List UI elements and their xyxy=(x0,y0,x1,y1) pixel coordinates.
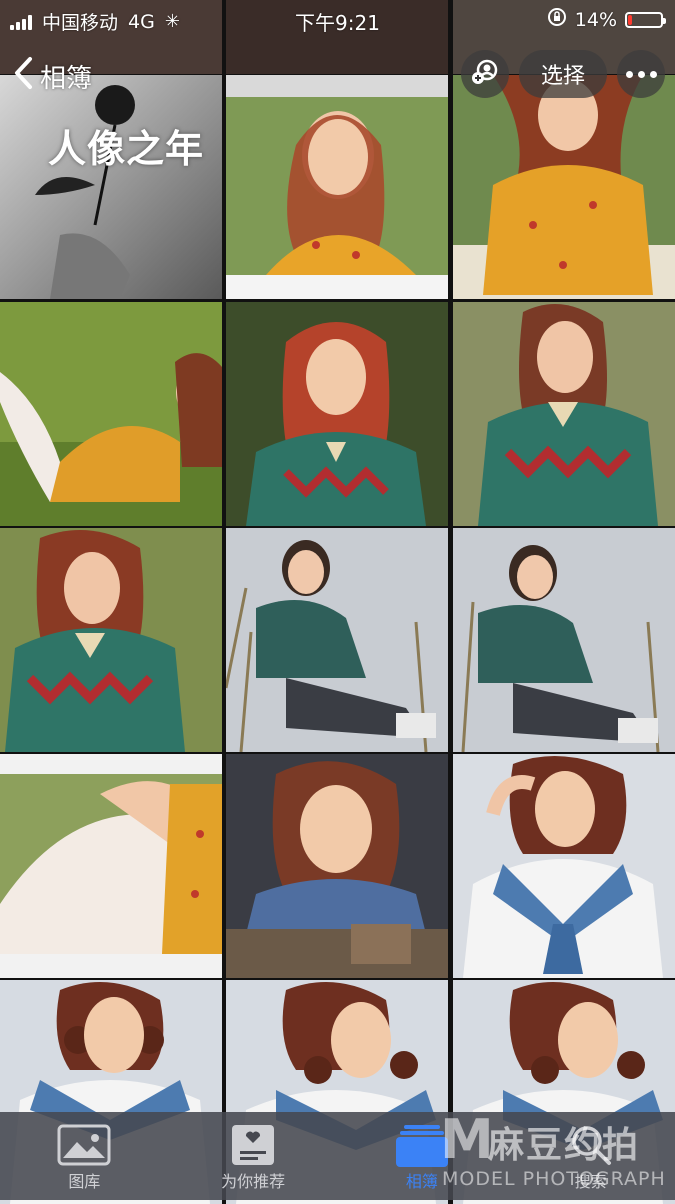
photo-grid xyxy=(0,0,675,1204)
photo-thumbnail[interactable] xyxy=(0,75,222,299)
photo-thumbnail[interactable] xyxy=(453,754,675,978)
battery-percent: 14% xyxy=(574,8,617,31)
chevron-left-icon xyxy=(12,56,34,97)
select-button[interactable]: 选择 xyxy=(518,50,607,98)
back-label: 相簿 xyxy=(40,64,93,94)
album-title: 人像之年 xyxy=(48,127,205,171)
nav-actions: 选择 xyxy=(460,50,665,98)
battery-level xyxy=(628,14,632,25)
photo-thumbnail[interactable] xyxy=(226,528,448,752)
tab-label: 搜索 xyxy=(574,1172,607,1191)
photo-library-icon xyxy=(57,1122,111,1168)
battery-icon xyxy=(625,11,666,28)
photo-thumbnail[interactable] xyxy=(226,75,448,299)
photo-thumbnail[interactable] xyxy=(453,75,675,299)
photo-thumbnail[interactable] xyxy=(453,528,675,752)
back-button[interactable]: 相簿 xyxy=(12,56,92,97)
photo-thumbnail[interactable] xyxy=(0,754,222,978)
tab-for-you[interactable]: 为你推荐 xyxy=(169,1112,338,1200)
albums-icon xyxy=(395,1122,448,1168)
tab-label: 图库 xyxy=(68,1172,101,1191)
add-person-icon xyxy=(471,58,499,90)
tab-label: 为你推荐 xyxy=(221,1172,286,1191)
more-button[interactable] xyxy=(617,50,665,98)
for-you-icon xyxy=(230,1122,276,1168)
add-people-button[interactable] xyxy=(460,50,509,98)
tab-bar: 图库 为你推荐 相簿 搜索 xyxy=(0,1112,675,1200)
photo-thumbnail[interactable] xyxy=(0,528,222,752)
tab-albums[interactable]: 相簿 xyxy=(338,1112,507,1200)
more-dots-icon xyxy=(625,70,657,78)
photo-thumbnail[interactable] xyxy=(0,302,222,526)
orientation-lock-icon xyxy=(547,7,567,32)
photo-thumbnail[interactable] xyxy=(226,754,448,978)
status-bar: 中国移动 4G ✳ 下午9:21 14% xyxy=(0,0,675,40)
photo-thumbnail[interactable] xyxy=(226,302,448,526)
photo-thumbnail[interactable] xyxy=(453,302,675,526)
tab-library[interactable]: 图库 xyxy=(0,1112,169,1200)
tab-search[interactable]: 搜索 xyxy=(506,1112,675,1200)
search-icon xyxy=(569,1122,613,1168)
tab-label: 相簿 xyxy=(405,1172,438,1191)
